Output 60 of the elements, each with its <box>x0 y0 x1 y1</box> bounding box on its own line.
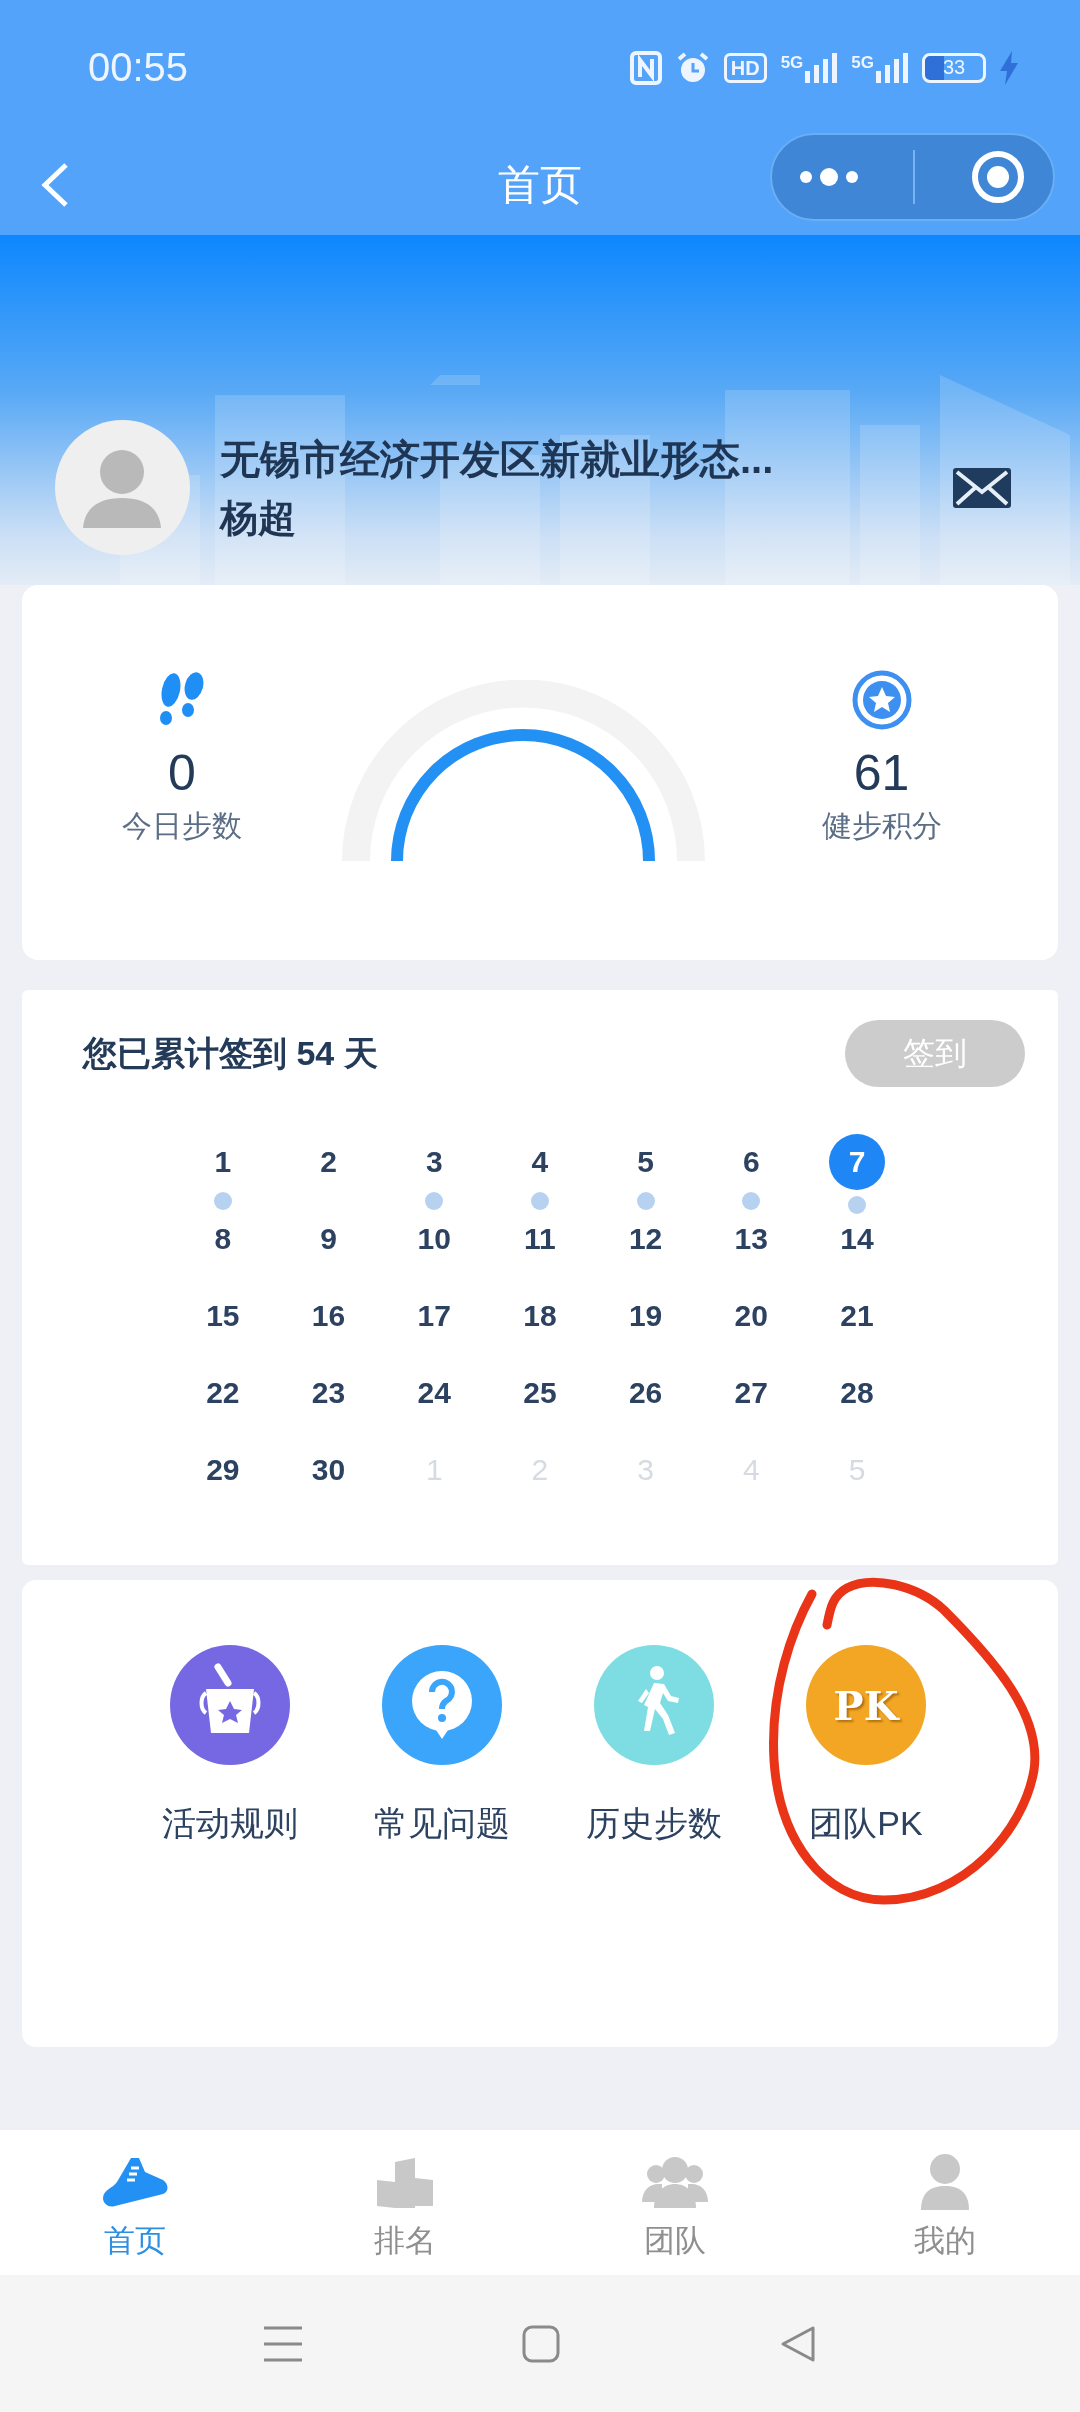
organization-name: 无锡市经济开发区新就业形态... <box>220 435 774 483</box>
calendar-day[interactable]: 20 <box>723 1288 780 1344</box>
more-icon[interactable] <box>799 167 860 187</box>
calendar-day[interactable]: 9 <box>300 1211 357 1267</box>
alarm-icon <box>675 50 710 85</box>
calendar-day[interactable]: 27 <box>723 1365 780 1421</box>
shortcut-label[interactable]: 活动规则 <box>162 1801 298 1847</box>
hd-icon: HD <box>723 52 767 83</box>
calendar-day[interactable]: 5 <box>617 1134 674 1190</box>
calendar-day[interactable]: 30 <box>300 1442 357 1498</box>
back-icon[interactable] <box>780 2324 816 2363</box>
calendar-day[interactable]: 22 <box>194 1365 251 1421</box>
calendar-day[interactable]: 23 <box>300 1365 357 1421</box>
calendar-day[interactable]: 12 <box>617 1211 674 1267</box>
calendar-day[interactable]: 8 <box>194 1211 251 1267</box>
back-icon[interactable] <box>40 162 70 208</box>
stat-value: 0 <box>168 744 196 802</box>
home-icon[interactable] <box>522 2324 560 2363</box>
calendar-day[interactable]: 29 <box>194 1442 251 1498</box>
calendar-day[interactable]: 7 <box>828 1134 885 1190</box>
shortcut-label[interactable]: 团队PK <box>809 1801 923 1847</box>
star-badge-icon <box>851 670 912 730</box>
calendar-day[interactable]: 26 <box>617 1365 674 1421</box>
checkin-summary: 您已累计签到 54 天 <box>83 1032 378 1074</box>
menu-icon[interactable] <box>264 2325 302 2362</box>
user-name: 杨超 <box>220 495 297 541</box>
calendar-day[interactable]: 19 <box>617 1288 674 1344</box>
calendar-day[interactable]: 28 <box>828 1365 885 1421</box>
calendar-day[interactable]: 25 <box>511 1365 568 1421</box>
calendar-day[interactable]: 1 <box>194 1134 251 1190</box>
gauge-arc-icon <box>342 680 705 861</box>
calendar-day[interactable]: 3 <box>406 1134 463 1190</box>
calendar-day[interactable]: 17 <box>406 1288 463 1344</box>
group-icon[interactable] <box>642 2154 708 2210</box>
question-icon[interactable] <box>382 1645 502 1765</box>
nfc-icon <box>629 50 662 85</box>
shortcut-label[interactable]: 常见问题 <box>374 1801 510 1847</box>
calendar-day[interactable]: 21 <box>828 1288 885 1344</box>
calendar-day[interactable]: 14 <box>828 1211 885 1267</box>
calendar-day[interactable]: 4 <box>511 1134 568 1190</box>
page-title: 首页 <box>498 160 582 210</box>
calendar-day[interactable]: 16 <box>300 1288 357 1344</box>
calendar-day[interactable]: 10 <box>406 1211 463 1267</box>
stat-value: 61 <box>853 744 910 802</box>
shortcut-label[interactable]: 历史步数 <box>586 1801 722 1847</box>
bucket-icon[interactable] <box>170 1645 290 1765</box>
stat-label: 今日步数 <box>122 808 242 844</box>
mail-icon[interactable] <box>951 465 1013 510</box>
target-icon[interactable] <box>969 149 1026 205</box>
clock: 00:55 <box>88 45 189 90</box>
calendar-day[interactable]: 18 <box>511 1288 568 1344</box>
stat-label: 健步积分 <box>821 808 942 844</box>
avatar-icon <box>55 420 190 555</box>
calendar-day[interactable]: 6 <box>723 1134 780 1190</box>
calendar-day[interactable]: 2 <box>300 1134 357 1190</box>
calendar-day[interactable]: 15 <box>194 1288 251 1344</box>
calendar-day[interactable]: 11 <box>511 1211 568 1267</box>
battery-icon: 33 <box>922 52 986 83</box>
calendar-day[interactable]: 24 <box>406 1365 463 1421</box>
calendar-day[interactable]: 13 <box>723 1211 780 1267</box>
